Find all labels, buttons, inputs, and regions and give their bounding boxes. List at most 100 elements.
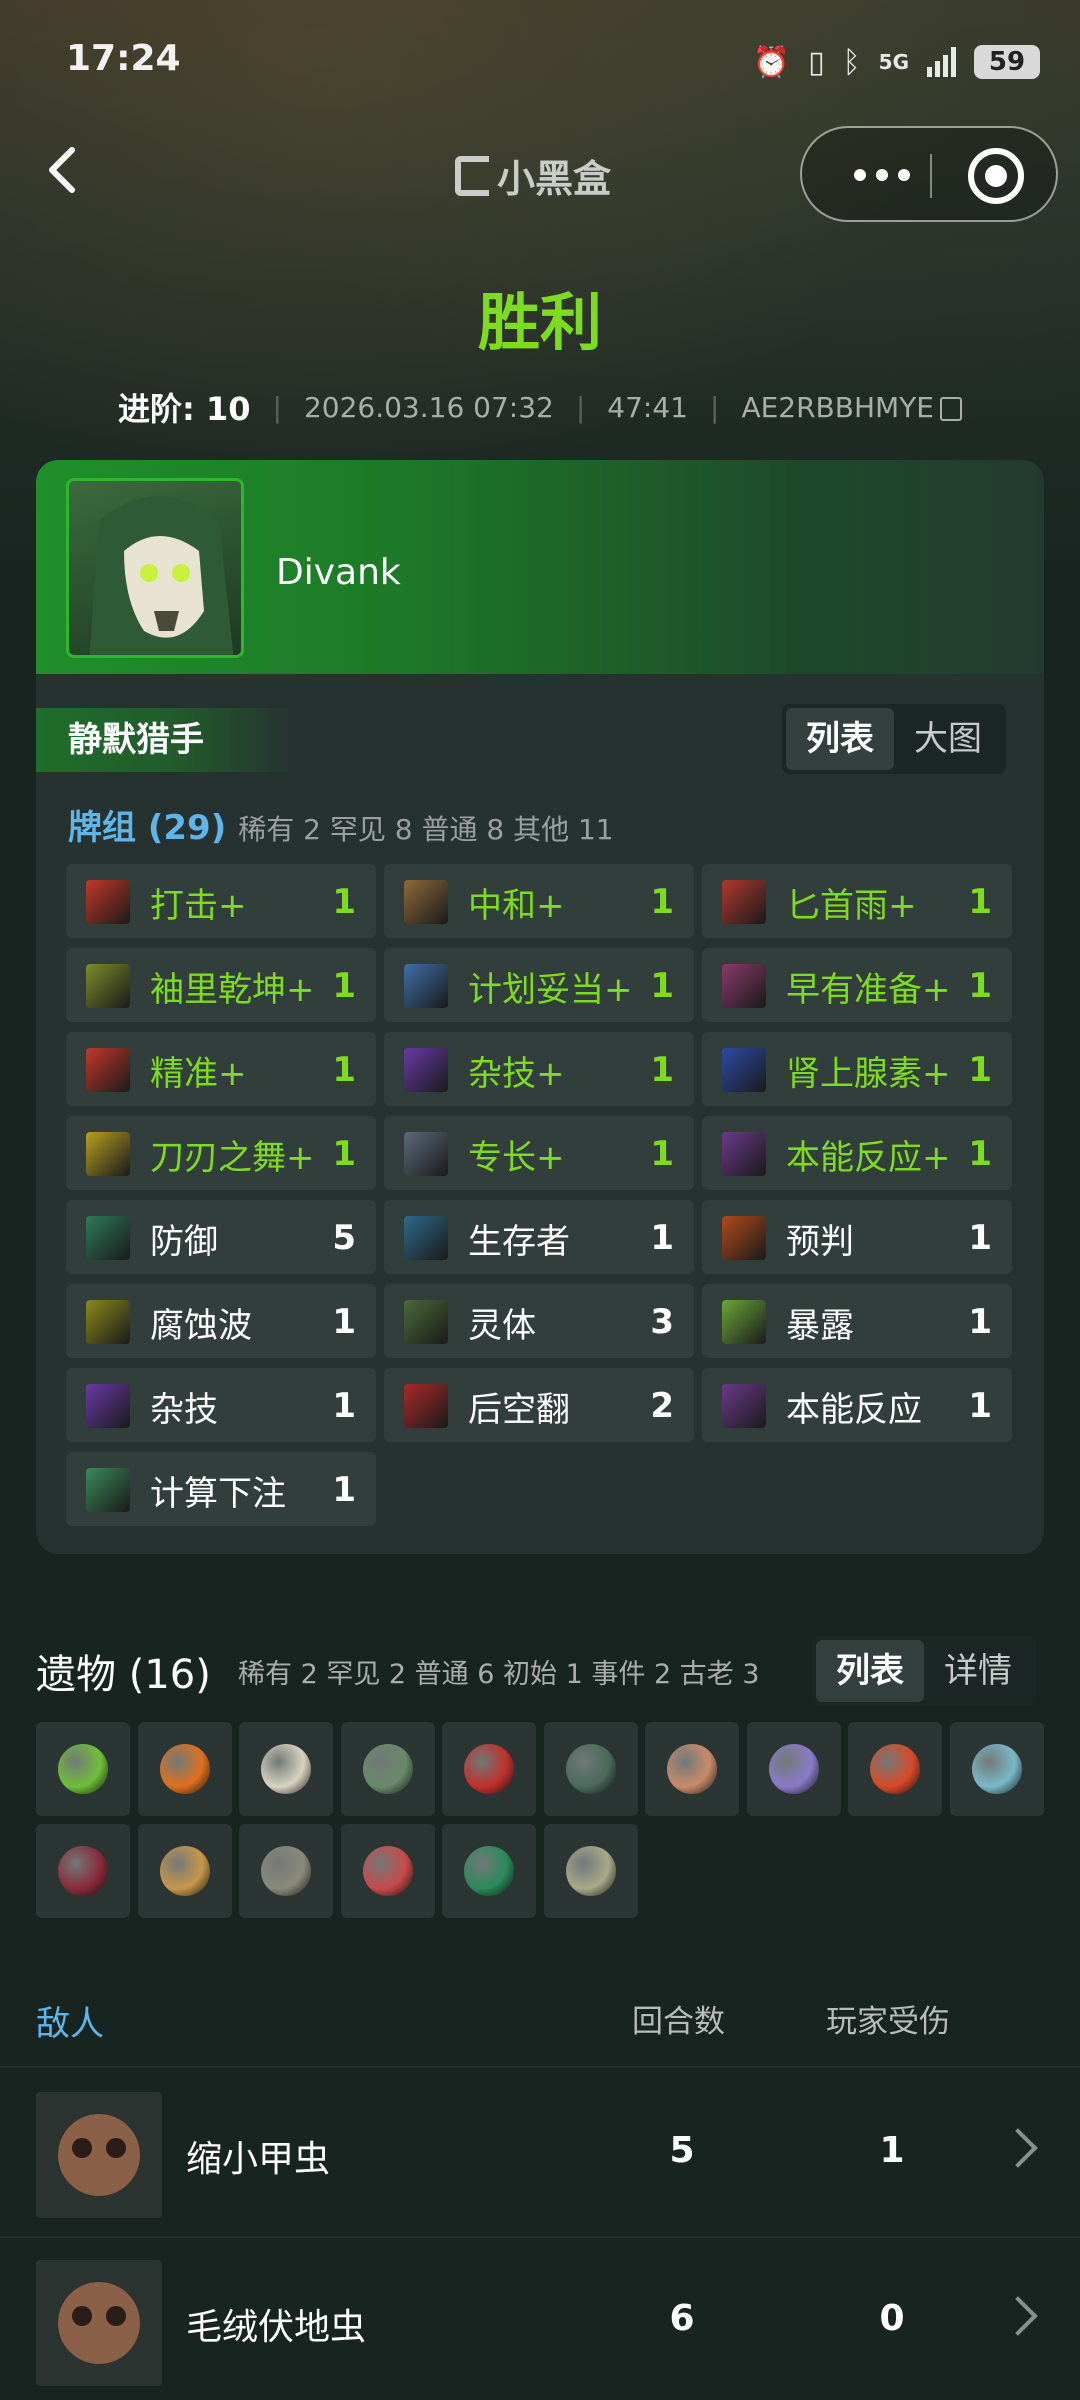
card-art-icon	[86, 1384, 130, 1428]
relic-item[interactable]	[137, 1722, 232, 1816]
signal-icon	[927, 47, 956, 77]
relic-view-toggle: 列表 详情	[812, 1636, 1036, 1706]
relic-item[interactable]	[442, 1722, 536, 1816]
card-count: 1	[332, 1050, 356, 1090]
meta-divider: |	[710, 390, 720, 424]
capsule-divider	[930, 154, 932, 198]
run-datetime: 2026.03.16 07:32	[303, 390, 554, 424]
cloak-icon	[58, 1846, 108, 1896]
brand-logo-icon	[455, 155, 489, 196]
deck-card-item[interactable]: 防御 5	[66, 1200, 376, 1274]
deck-title: 牌组 (29)	[68, 808, 227, 848]
card-art-icon	[86, 1468, 130, 1512]
relic-view-detail-tab[interactable]: 详情	[924, 1640, 1032, 1702]
lantern-icon	[565, 1744, 616, 1794]
relic-item[interactable]	[543, 1722, 638, 1816]
card-art-icon	[722, 1048, 766, 1092]
enemy-face-icon	[58, 2114, 140, 2196]
card-art-icon	[404, 880, 448, 924]
deck-card-item[interactable]: 灵体 3	[384, 1284, 694, 1358]
alarm-icon: ⏰	[752, 44, 791, 80]
deck-card-item[interactable]: 专长+ 1	[384, 1116, 694, 1190]
deck-card-item[interactable]: 预判 1	[702, 1200, 1012, 1274]
card-art-icon	[404, 1300, 448, 1344]
deck-card-item[interactable]: 刀刃之舞+ 1	[66, 1116, 376, 1190]
card-count: 1	[968, 966, 992, 1006]
deck-card-item[interactable]: 本能反应 1	[702, 1368, 1012, 1442]
close-miniprogram-icon[interactable]	[968, 148, 1024, 204]
deck-card-item[interactable]: 肾上腺素+ 1	[702, 1032, 1012, 1106]
card-count: 3	[650, 1302, 674, 1342]
chevron-right-icon	[998, 2296, 1038, 2336]
relic-item[interactable]	[239, 1722, 333, 1816]
relic-item[interactable]	[340, 1722, 435, 1816]
character-portrait	[66, 478, 244, 658]
relic-item[interactable]	[137, 1824, 232, 1918]
card-name: 暴露	[786, 1306, 854, 1346]
deck-card-item[interactable]: 中和+ 1	[384, 864, 694, 938]
relic-item[interactable]	[36, 1824, 130, 1918]
relic-item[interactable]	[949, 1722, 1044, 1816]
deck-card-item[interactable]: 匕首雨+ 1	[702, 864, 1012, 938]
card-art-icon	[722, 1384, 766, 1428]
snake-icon	[464, 1846, 514, 1896]
deck-card-item[interactable]: 精准+ 1	[66, 1032, 376, 1106]
deck-view-list-tab[interactable]: 列表	[786, 708, 894, 770]
deck-card-item[interactable]: 暴露 1	[702, 1284, 1012, 1358]
card-art-icon	[86, 964, 130, 1008]
crystal-icon	[159, 1846, 210, 1896]
relic-item[interactable]	[442, 1824, 536, 1918]
relic-item[interactable]	[543, 1824, 638, 1918]
run-meta: 进阶: 10 | 2026.03.16 07:32 | 47:41 | AE2R…	[0, 384, 1080, 430]
copy-icon[interactable]	[939, 396, 962, 421]
relic-item[interactable]	[340, 1824, 435, 1918]
card-name: 精准+	[150, 1054, 247, 1094]
deck-card-item[interactable]: 打击+ 1	[66, 864, 376, 938]
more-button[interactable]	[832, 150, 932, 200]
deck-card-item[interactable]: 袖里乾坤+ 1	[66, 948, 376, 1022]
run-seed[interactable]: AE2RBBHMYE	[741, 391, 962, 424]
enemy-row[interactable]: 毛绒伏地虫 6 0	[0, 2238, 1080, 2400]
deck-view-image-tab[interactable]: 大图	[894, 708, 1002, 770]
deck-card-item[interactable]: 杂技 1	[66, 1368, 376, 1442]
relic-item[interactable]	[239, 1824, 333, 1918]
card-count: 1	[650, 1134, 674, 1174]
relic-item[interactable]	[36, 1722, 130, 1816]
relic-item[interactable]	[848, 1722, 942, 1816]
player-card: Divank 静默猎手 列表 大图 牌组 (29) 稀有 2 罕见 8 普通 8…	[36, 460, 1044, 1554]
relics-header: 遗物 (16) 稀有 2 罕见 2 普通 6 初始 1 事件 2 古老 3 列表…	[36, 1636, 1044, 1710]
deck-card-item[interactable]: 后空翻 2	[384, 1368, 694, 1442]
enemy-avatar	[36, 2092, 162, 2218]
relic-item[interactable]	[746, 1722, 841, 1816]
card-count: 1	[332, 966, 356, 1006]
battery-level: 59	[988, 47, 1026, 77]
deck-card-item[interactable]: 早有准备+ 1	[702, 948, 1012, 1022]
status-time: 17:24	[66, 38, 181, 79]
back-button[interactable]	[38, 140, 88, 200]
deck-card-item[interactable]: 计算下注 1	[66, 1452, 376, 1526]
card-name: 匕首雨+	[786, 886, 917, 926]
card-name: 后空翻	[468, 1390, 570, 1430]
enemy-turns: 5	[669, 2130, 695, 2171]
card-name: 生存者	[468, 1222, 570, 1262]
deck-card-item[interactable]: 腐蚀波 1	[66, 1284, 376, 1358]
deck-view-toggle: 列表 大图	[782, 704, 1006, 774]
card-name: 计算下注	[150, 1474, 286, 1514]
card-name: 肾上腺素+	[786, 1054, 951, 1094]
deck-card-item[interactable]: 杂技+ 1	[384, 1032, 694, 1106]
relic-view-list-tab[interactable]: 列表	[816, 1640, 924, 1702]
deck-card-item[interactable]: 本能反应+ 1	[702, 1116, 1012, 1190]
chevron-right-icon	[998, 2128, 1038, 2168]
enemy-row[interactable]: 缩小甲虫 5 1	[0, 2070, 1080, 2238]
relic-item[interactable]	[645, 1722, 739, 1816]
card-name: 杂技	[150, 1390, 218, 1430]
card-art-icon	[722, 880, 766, 924]
card-name: 早有准备+	[786, 970, 951, 1010]
deck-card-item[interactable]: 计划妥当+ 1	[384, 948, 694, 1022]
deck-card-item[interactable]: 生存者 1	[384, 1200, 694, 1274]
card-name: 计划妥当+	[468, 970, 633, 1010]
card-count: 2	[650, 1386, 674, 1426]
relics-rarity-stats: 稀有 2 罕见 2 普通 6 初始 1 事件 2 古老 3	[238, 1659, 760, 1690]
red-gem-icon	[464, 1744, 514, 1794]
meta-divider: |	[272, 390, 282, 424]
